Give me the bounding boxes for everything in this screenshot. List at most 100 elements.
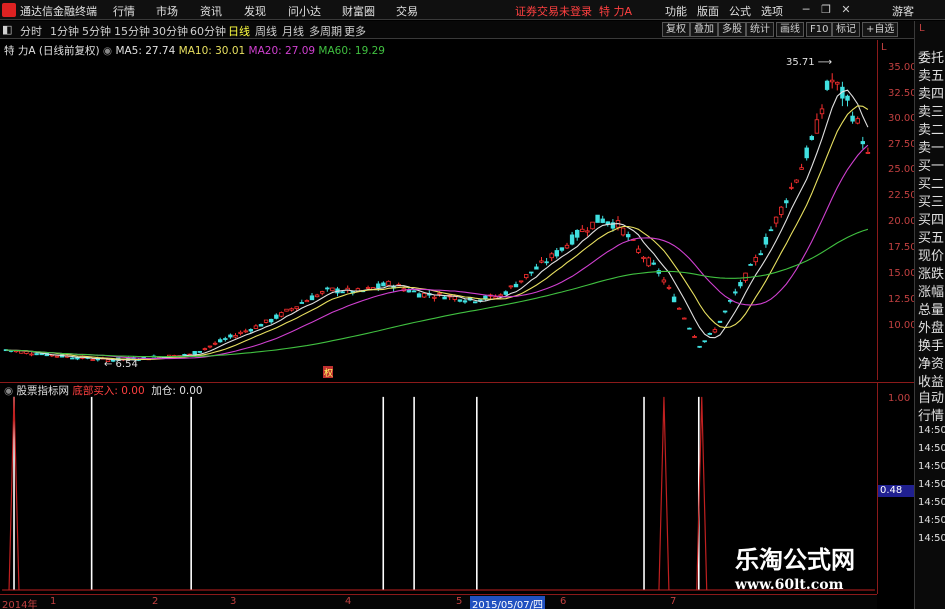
period-daily[interactable]: 日线 (228, 23, 250, 39)
side-item-bid3[interactable]: 买三 (918, 191, 944, 210)
toolbar-watchlist-button[interactable]: +自选 (862, 22, 899, 37)
menu-item-assistant[interactable]: 问小达 (288, 3, 321, 19)
menu-item-trade[interactable]: 交易 (396, 3, 418, 19)
side-item-ask4[interactable]: 卖四 (918, 83, 944, 102)
candle-body (707, 333, 712, 335)
side-item-net-assets[interactable]: 净资 (918, 353, 944, 372)
toolbar-mark-button[interactable]: 标记 (832, 22, 860, 37)
guest-label[interactable]: 游客 (892, 3, 914, 19)
candle-body (748, 264, 753, 266)
candle-body (279, 312, 284, 317)
menu-item-layout[interactable]: 版面 (697, 3, 719, 19)
side-item-bid4[interactable]: 买四 (918, 209, 944, 228)
menu-item-market[interactable]: 市场 (156, 3, 178, 19)
candle-body (789, 186, 794, 189)
toolbar-overlay-button[interactable]: 叠加 (690, 22, 718, 37)
candle-body (559, 247, 565, 251)
menu-item-options[interactable]: 选项 (761, 3, 783, 19)
period-multi[interactable]: 多周期 (309, 23, 342, 39)
toolbar-adjust-button[interactable]: 复权 (662, 22, 690, 37)
candle-body (192, 351, 197, 355)
period-intraday[interactable]: 分时 (20, 23, 42, 39)
period-monthly[interactable]: 月线 (282, 23, 304, 39)
side-item-change[interactable]: 涨跌 (918, 263, 944, 282)
period-more[interactable]: 更多 (344, 23, 366, 39)
candle-body (340, 291, 345, 294)
candle-body (233, 334, 238, 338)
high-price-label: 35.71 ⟶ (786, 57, 832, 68)
side-item-turnover[interactable]: 换手 (918, 335, 944, 354)
candle-body (641, 256, 646, 259)
menu-item-wealth[interactable]: 财富圈 (342, 3, 375, 19)
candle-body (626, 234, 631, 238)
date-tick: 5 (456, 596, 463, 607)
candle-body (330, 287, 335, 292)
side-item-auto[interactable]: 自动 (918, 387, 944, 406)
watermark: 乐淘公式网 www.60lt.com (735, 540, 910, 593)
price-tick: 10.00 (888, 320, 917, 331)
side-item-ask1[interactable]: 卖一 (918, 137, 944, 156)
indicator-tick: 1.00 (888, 393, 911, 404)
period-weekly[interactable]: 周线 (255, 23, 277, 39)
candle-body (309, 295, 315, 301)
candle-body (248, 329, 253, 332)
close-icon[interactable]: ✕ (838, 2, 854, 18)
menu-item-discover[interactable]: 发现 (244, 3, 266, 19)
candle-body (768, 229, 774, 232)
candle-body (253, 325, 259, 329)
indicator-value: 0.00 (121, 385, 145, 397)
menu-item-formula[interactable]: 公式 (729, 3, 751, 19)
toolbar-multistock-button[interactable]: 多股 (718, 22, 746, 37)
period-60min[interactable]: 60分钟 (190, 23, 226, 39)
side-item-price[interactable]: 现价 (918, 245, 944, 264)
candle-body (498, 294, 503, 297)
toolbar-f10-button[interactable]: F10 (806, 22, 833, 37)
indicator-cursor-value: 0.48 (878, 485, 915, 497)
menu-item-quotes[interactable]: 行情 (113, 3, 135, 19)
side-item-outer[interactable]: 外盘 (918, 317, 944, 336)
indicator-toggle-icon[interactable]: ◉ (4, 385, 13, 397)
side-item-bid5[interactable]: 买五 (918, 227, 944, 246)
candle-body (539, 260, 544, 263)
minimize-icon[interactable]: ─ (798, 2, 814, 18)
side-item-commission[interactable]: 委托 (918, 47, 944, 66)
side-item-ask2[interactable]: 卖二 (918, 119, 944, 138)
side-item-volume[interactable]: 总量 (918, 299, 944, 318)
period-1min[interactable]: 1分钟 (50, 23, 79, 39)
period-5min[interactable]: 5分钟 (82, 23, 111, 39)
side-item-ask5[interactable]: 卖五 (918, 65, 944, 84)
restore-icon[interactable]: ❐ (818, 2, 834, 18)
tick-time: 14:50 (918, 461, 945, 472)
period-15min[interactable]: 15分钟 (114, 23, 150, 39)
candle-body (733, 291, 738, 294)
legend-toggle-icon[interactable]: ◉ (103, 45, 112, 57)
side-item-quotes[interactable]: 行情 (918, 405, 944, 424)
indicator-name: 底部买入 (72, 385, 115, 397)
candle-body (860, 141, 865, 145)
side-item-bid2[interactable]: 买二 (918, 173, 944, 192)
side-item-bid1[interactable]: 买一 (918, 155, 944, 174)
side-item-ask3[interactable]: 卖三 (918, 101, 944, 120)
candle-body (238, 331, 243, 334)
menu-item-news[interactable]: 资讯 (200, 3, 222, 19)
candlestick-chart[interactable]: 35.71 ⟶ ← 6.54 权 (0, 40, 877, 380)
candle-body (304, 300, 310, 303)
candle-body (722, 310, 728, 313)
period-30min[interactable]: 30分钟 (152, 23, 188, 39)
candle-body (223, 338, 228, 340)
chart-toggle-icon[interactable]: ◧ (2, 23, 12, 36)
toolbar-draw-button[interactable]: 画线 (776, 22, 804, 37)
menu-item-functions[interactable]: 功能 (665, 3, 687, 19)
candle-body (411, 290, 417, 293)
candle-body (299, 302, 304, 304)
candle-body (549, 253, 554, 259)
add-position-label: 加仓 (151, 385, 173, 397)
candle-body (677, 307, 682, 310)
candle-body (850, 115, 855, 122)
candle-body (202, 348, 208, 351)
date-tick: 2014年 (2, 600, 38, 609)
candle-body (865, 151, 871, 154)
toolbar-stats-button[interactable]: 统计 (746, 22, 774, 37)
candle-body (54, 355, 60, 358)
side-item-change-pct[interactable]: 涨幅 (918, 281, 944, 300)
